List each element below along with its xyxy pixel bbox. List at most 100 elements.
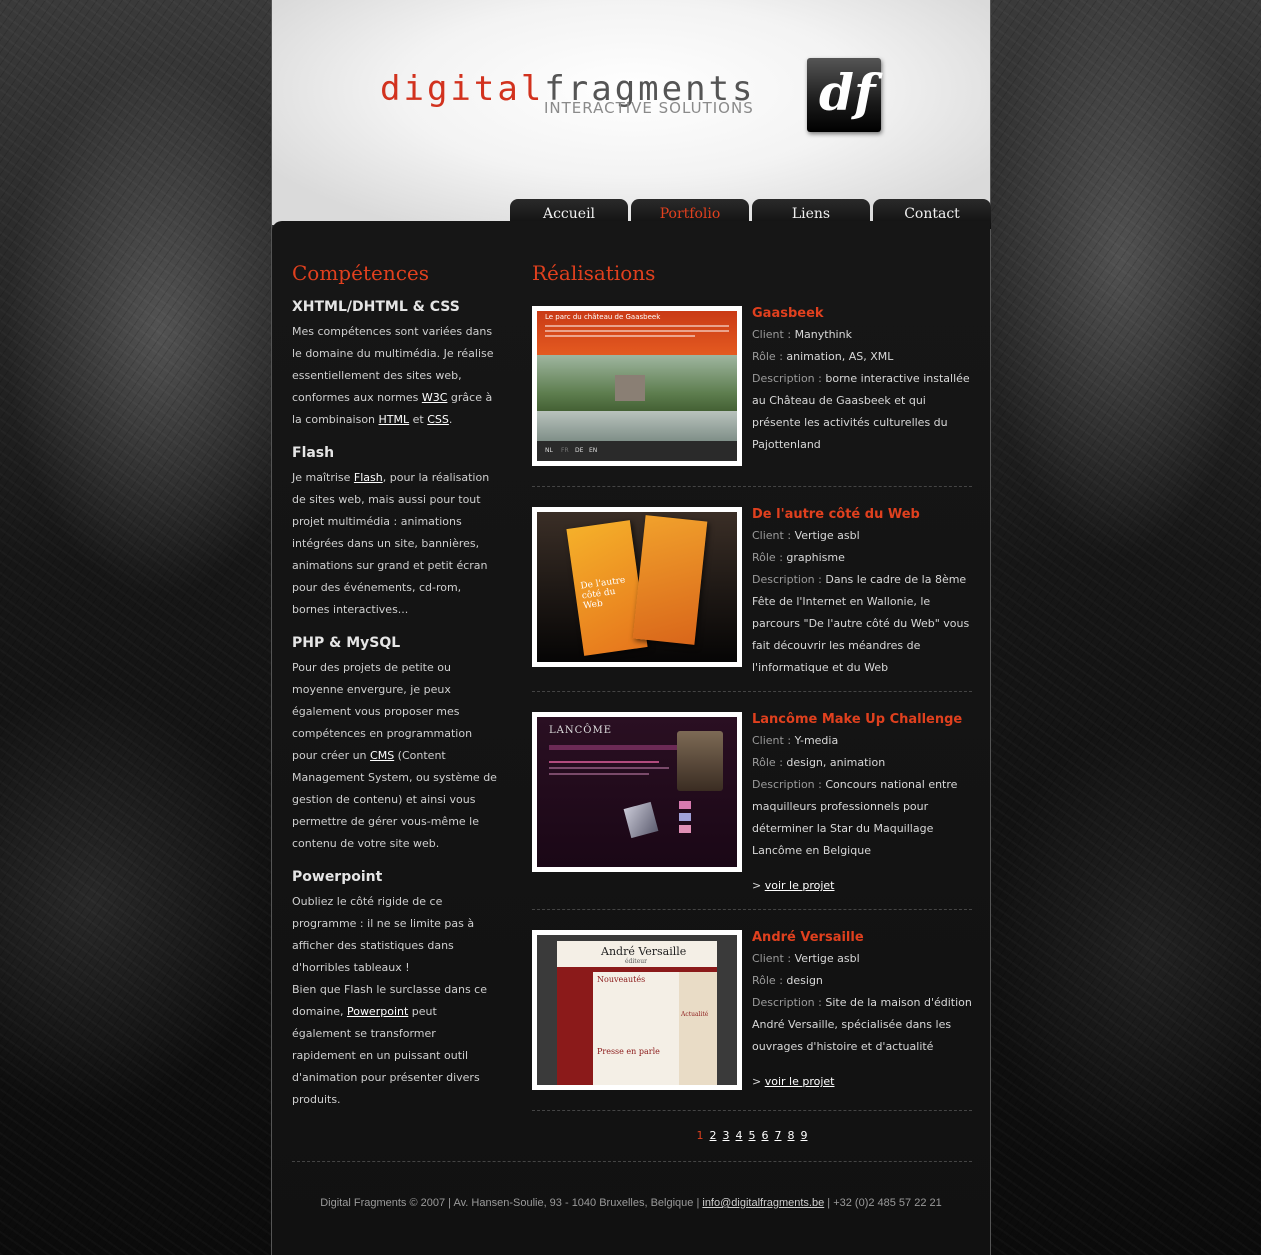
thumb-toolbar: NL FR DE EN xyxy=(537,441,737,461)
logo-word-digital: digital xyxy=(380,69,545,109)
thumb-right-panel xyxy=(679,972,717,1085)
label: Rôle : xyxy=(752,756,783,769)
thumb-text-line xyxy=(549,773,649,775)
skill-text: Je maîtrise Flash, pour la réalisation d… xyxy=(292,467,497,621)
html-link[interactable]: HTML xyxy=(379,413,410,426)
project-role: Rôle : design xyxy=(752,970,977,992)
project-info: Gaasbeek Client : Manythink Rôle : anima… xyxy=(752,306,977,456)
skill-title: Powerpoint xyxy=(292,869,383,885)
label: Client : xyxy=(752,734,792,747)
thumb-text-line xyxy=(549,761,659,763)
value: Vertige asbl xyxy=(794,529,860,542)
project-description: Description : Site de la maison d'éditio… xyxy=(752,992,977,1058)
skill-flash: Flash Je maîtrise Flash, pour la réalisa… xyxy=(292,445,497,621)
flash-link[interactable]: Flash xyxy=(354,471,383,484)
value: Dans le cadre de la 8ème Fête de l'Inter… xyxy=(752,573,970,674)
project-description: Description : Dans le cadre de la 8ème F… xyxy=(752,569,977,679)
site-footer: Digital Fragments © 2007 | Av. Hansen-So… xyxy=(272,1197,990,1209)
voir-projet-link[interactable]: voir le projet xyxy=(765,879,835,892)
page-link[interactable]: 6 xyxy=(762,1129,769,1142)
project-link-line: > voir le projet xyxy=(752,1071,977,1093)
thumb-heading: Presse en parle xyxy=(597,1047,660,1056)
page-link[interactable]: 3 xyxy=(723,1129,730,1142)
thumb-heading: Nouveautés xyxy=(597,975,646,984)
page-link[interactable]: 9 xyxy=(801,1129,808,1142)
logo-mark-glyph: df xyxy=(819,63,876,122)
divider xyxy=(532,691,972,692)
project-thumbnail[interactable]: LANCÔME xyxy=(532,712,742,872)
footer-email-link[interactable]: info@digitalfragments.be xyxy=(702,1197,824,1209)
thumb-swatch xyxy=(679,825,691,833)
label: Rôle : xyxy=(752,551,783,564)
thumb-screen: Le parc du château de Gaasbeek NL FR DE … xyxy=(537,311,737,461)
thumb-caption: Le parc du château de Gaasbeek xyxy=(545,313,661,321)
thumb-text-line xyxy=(549,767,669,769)
project-title[interactable]: Gaasbeek xyxy=(752,306,977,322)
text: , pour la réalisation de sites web, mais… xyxy=(292,471,490,616)
text: . xyxy=(448,413,453,426)
logo-tagline: INTERACTIVE SOLUTIONS xyxy=(544,99,754,117)
project-info: De l'autre côté du Web Client : Vertige … xyxy=(752,507,977,679)
voir-projet-link[interactable]: voir le projet xyxy=(765,1075,835,1088)
thumb-product-case xyxy=(677,731,723,791)
thumb-menu-bar xyxy=(549,745,679,750)
page-link[interactable]: 4 xyxy=(736,1129,743,1142)
project-client: Client : Y-media xyxy=(752,730,977,752)
project-thumbnail[interactable]: André Versaille éditeur Nouveautés Actua… xyxy=(532,930,742,1090)
thumb-screen: LANCÔME xyxy=(537,717,737,867)
label: Client : xyxy=(752,529,792,542)
cms-link[interactable]: CMS xyxy=(370,749,394,762)
thumb-text-line xyxy=(545,325,729,327)
page-link[interactable]: 8 xyxy=(788,1129,795,1142)
project-title[interactable]: Lancôme Make Up Challenge xyxy=(752,712,977,728)
realisations-column: Réalisations Le parc du château de Gaasb… xyxy=(532,261,972,1142)
project-thumbnail[interactable]: De l'autre côté du Web xyxy=(532,507,742,667)
site-header: digitalfragments INTERACTIVE SOLUTIONS d… xyxy=(272,0,991,229)
value: animation, AS, XML xyxy=(786,350,894,363)
project-title[interactable]: De l'autre côté du Web xyxy=(752,507,977,523)
label: Description : xyxy=(752,996,822,1009)
logo-mark-icon[interactable]: df xyxy=(807,58,881,132)
thumb-lang: NL xyxy=(545,447,553,454)
skill-title: PHP & MySQL xyxy=(292,635,401,651)
project-title[interactable]: André Versaille xyxy=(752,930,977,946)
thumb-caption: LANCÔME xyxy=(549,725,613,736)
thumb-caption: De l'autre côté du Web xyxy=(579,575,626,612)
page-link[interactable]: 2 xyxy=(710,1129,717,1142)
project-info: André Versaille Client : Vertige asbl Rô… xyxy=(752,930,977,1093)
divider xyxy=(532,909,972,910)
css-link[interactable]: CSS xyxy=(427,413,449,426)
project-info: Lancôme Make Up Challenge Client : Y-med… xyxy=(752,712,977,897)
thumb-screen: De l'autre côté du Web xyxy=(537,512,737,662)
divider xyxy=(532,1110,972,1111)
text: peut également se transformer rapidement… xyxy=(292,1005,480,1106)
label: Client : xyxy=(752,328,792,341)
thumb-screen: André Versaille éditeur Nouveautés Actua… xyxy=(537,935,737,1085)
link-arrow: > xyxy=(752,1075,762,1088)
thumb-flyer-back xyxy=(632,515,708,645)
competences-heading: Compétences xyxy=(292,261,430,285)
project-thumbnail[interactable]: Le parc du château de Gaasbeek NL FR DE … xyxy=(532,306,742,466)
text: Je maîtrise xyxy=(292,471,354,484)
link-arrow: > xyxy=(752,879,762,892)
skill-text: Mes compétences sont variées dans le dom… xyxy=(292,321,497,431)
thumb-sub: éditeur xyxy=(625,958,648,965)
page-link[interactable]: 5 xyxy=(749,1129,756,1142)
project-description: Description : borne interactive installé… xyxy=(752,368,977,456)
thumb-caption: André Versaille xyxy=(601,945,687,958)
value: graphisme xyxy=(786,551,845,564)
skill-title: XHTML/DHTML & CSS xyxy=(292,299,460,315)
thumb-lang: FR xyxy=(561,447,569,454)
thumb-text-line xyxy=(545,335,695,337)
skill-php: PHP & MySQL Pour des projets de petite o… xyxy=(292,635,497,855)
powerpoint-link[interactable]: Powerpoint xyxy=(347,1005,408,1018)
page-link[interactable]: 7 xyxy=(775,1129,782,1142)
value: Y-media xyxy=(794,734,839,747)
value: design, animation xyxy=(786,756,886,769)
thumb-lang: EN xyxy=(589,447,598,454)
thumb-heading: Actualité xyxy=(681,1011,709,1018)
project-client: Client : Manythink xyxy=(752,324,977,346)
w3c-link[interactable]: W3C xyxy=(422,391,448,404)
skill-text: Oubliez le côté rigide de ce programme :… xyxy=(292,891,497,1111)
label: Rôle : xyxy=(752,974,783,987)
